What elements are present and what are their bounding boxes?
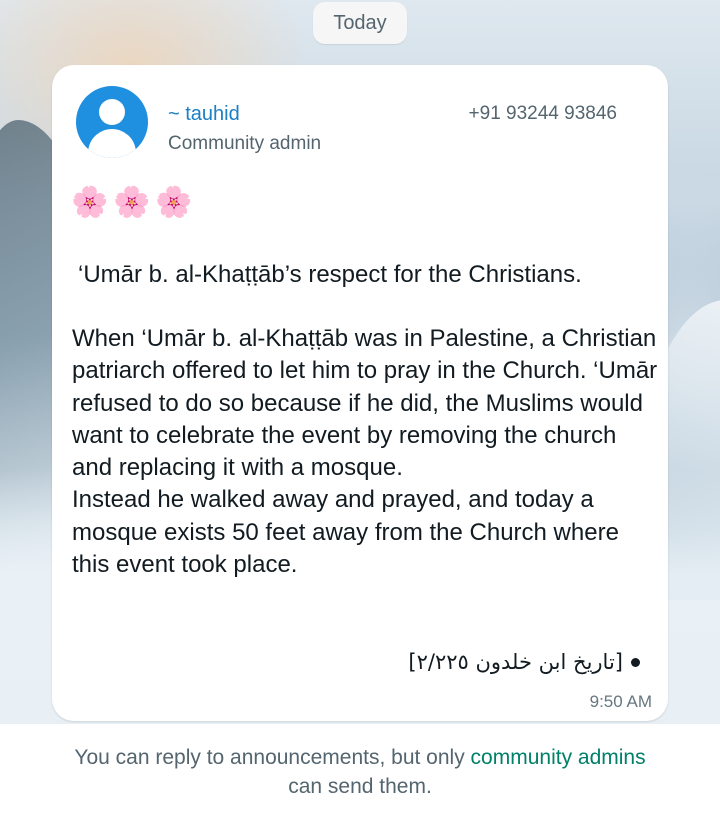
citation-bullet: [تاريخ ابن خلدون ٢/٢٢٥] [408, 645, 640, 679]
message-timestamp: 9:50 AM [589, 692, 652, 711]
cherry-blossom-icon: 🌸 [71, 186, 109, 219]
sender-avatar-icon[interactable] [76, 86, 148, 158]
community-admins-link[interactable]: community admins [471, 746, 646, 769]
announcement-footer: You can reply to announcements, but only… [0, 724, 720, 821]
footer-text-prefix: You can reply to announcements, but only [74, 746, 471, 769]
message-heading: ‘Umār b. al-Khaṭṭāb’s respect for the Ch… [78, 261, 582, 288]
footer-line-2: can send them. [288, 775, 432, 798]
sender-role: Community admin [168, 133, 322, 154]
avatar-body [88, 129, 136, 158]
cherry-blossom-icon: 🌸 [113, 186, 151, 219]
message-body: When ‘Umār b. al-Khaṭṭāb was in Palestin… [72, 323, 662, 581]
citation-text: [تاريخ ابن خلدون ٢/٢٢٥] [408, 650, 623, 674]
sender-phone[interactable]: +91 93244 93846 [469, 103, 617, 125]
message-bubble[interactable]: ~ tauhid Community admin +91 93244 93846… [52, 65, 668, 721]
avatar-head [99, 99, 125, 125]
sender-name[interactable]: ~ tauhid [168, 103, 240, 126]
bullet-icon [631, 657, 640, 667]
date-separator: Today [313, 2, 407, 44]
message-paragraph: Instead he walked away and prayed, and t… [72, 486, 619, 579]
footer-line-1: You can reply to announcements, but only… [0, 744, 720, 772]
cherry-blossom-icon: 🌸 [155, 186, 193, 219]
message-paragraph: When ‘Umār b. al-Khaṭṭāb was in Palestin… [72, 325, 658, 482]
emoji-row: 🌸 🌸 🌸 [70, 183, 194, 223]
